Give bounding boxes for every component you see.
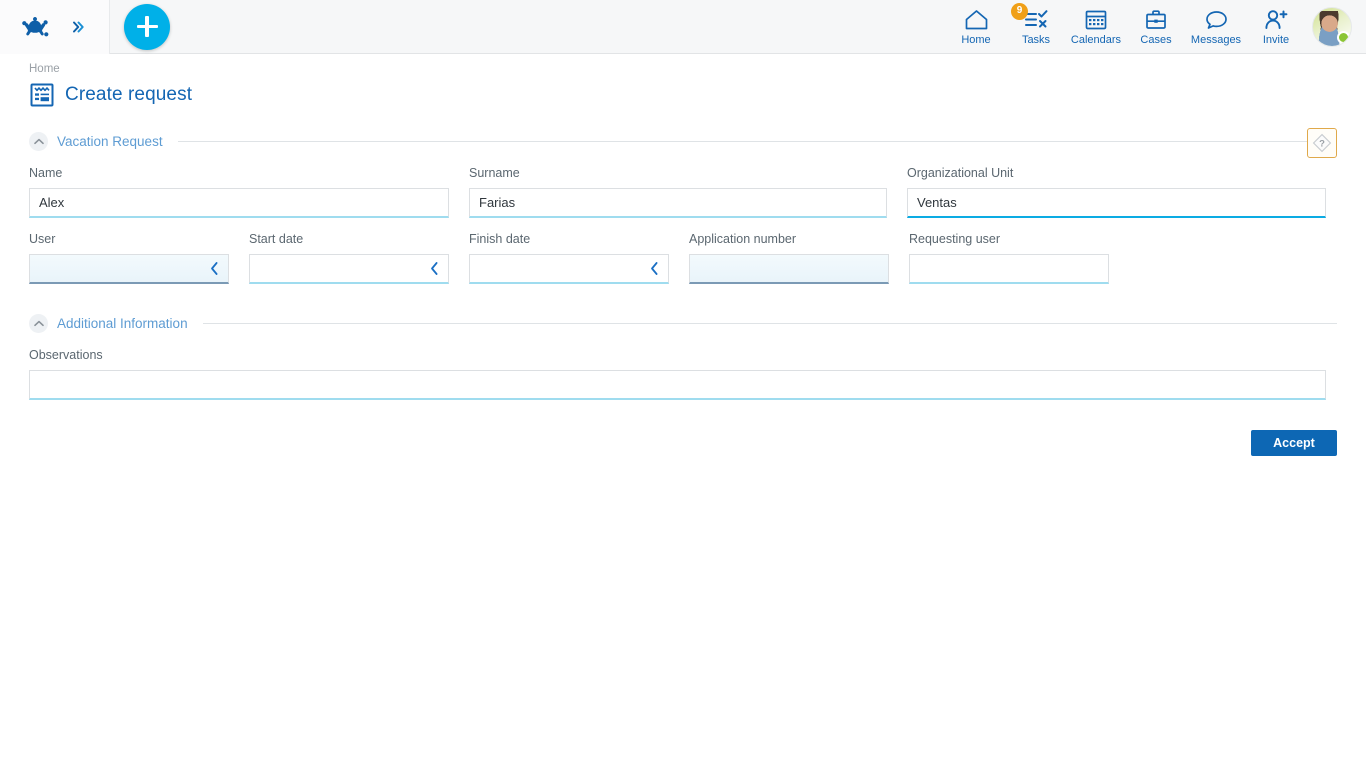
form-row-3: Observations [29,348,1337,400]
sidebar-expand-button[interactable] [65,14,91,40]
field-label-finish-date: Finish date [469,232,669,247]
field-surname: Surname Farias [469,166,887,218]
help-button[interactable]: ? [1307,128,1337,158]
field-observations: Observations [29,348,1326,400]
chevron-up-icon [34,320,44,327]
input-observations[interactable] [29,370,1326,400]
picker-button-finish-date[interactable] [640,255,668,282]
page-title-row: Create request [29,82,1366,108]
field-application-number: Application number [689,232,889,284]
nav-label-messages: Messages [1191,34,1241,46]
top-nav-items: Home 9 Tasks [946,0,1366,54]
create-new-button[interactable] [124,4,170,50]
picker-button-user[interactable] [200,255,228,282]
nav-item-tasks[interactable]: 9 Tasks [1006,0,1066,54]
section-collapse-toggle-vacation-request[interactable] [29,132,48,151]
nav-item-invite[interactable]: Invite [1246,0,1306,54]
input-organizational-unit[interactable]: Ventas [907,188,1326,218]
accept-button[interactable]: Accept [1251,430,1337,456]
form-actions: Accept [29,430,1337,456]
section-header-vacation-request: Vacation Request [29,130,1337,152]
calendar-icon [1084,8,1108,32]
chevron-left-icon [209,261,220,276]
nav-item-calendars[interactable]: Calendars [1066,0,1126,54]
input-value-surname: Farias [470,195,524,210]
field-label-surname: Surname [469,166,887,181]
input-application-number[interactable] [689,254,889,284]
tasks-badge-count: 9 [1011,3,1028,20]
section-divider [203,323,1337,324]
page-title: Create request [65,84,192,106]
chevron-left-icon [429,261,440,276]
field-label-organizational-unit: Organizational Unit [907,166,1326,181]
input-requesting-user[interactable] [909,254,1109,284]
nav-item-messages[interactable]: Messages [1186,0,1246,54]
field-label-observations: Observations [29,348,1326,363]
field-requesting-user: Requesting user [909,232,1109,284]
create-button-zone [110,0,184,54]
help-diamond-icon: ? [1311,132,1333,154]
nav-item-cases[interactable]: Cases [1126,0,1186,54]
tasks-icon: 9 [1023,8,1049,32]
field-user: User [29,232,229,284]
avatar-button[interactable] [1306,0,1358,54]
input-value-organizational-unit: Ventas [908,195,966,210]
input-user[interactable] [29,254,229,284]
brand-zone [0,0,110,54]
field-label-name: Name [29,166,449,181]
form-row-2: User Start date [29,232,1337,284]
svg-text:?: ? [1319,139,1325,150]
nav-label-tasks: Tasks [1022,34,1050,46]
field-start-date: Start date [249,232,449,284]
input-value-name: Alex [30,195,73,210]
person-plus-icon [1263,8,1289,32]
nav-item-home[interactable]: Home [946,0,1006,54]
input-surname[interactable]: Farias [469,188,887,218]
field-label-start-date: Start date [249,232,449,247]
field-label-requesting-user: Requesting user [909,232,1109,247]
form-area: Vacation Request Name Alex Surname Faria… [0,130,1366,456]
section-title-vacation-request: Vacation Request [57,134,163,149]
nav-label-cases: Cases [1140,34,1171,46]
chevron-up-icon [34,138,44,145]
top-navigation-bar: Home 9 Tasks [0,0,1366,54]
input-start-date[interactable] [249,254,449,284]
breadcrumb[interactable]: Home [29,62,1366,76]
presence-status-dot [1337,31,1350,44]
page-header: Home Create request ? [0,54,1366,108]
section-collapse-toggle-additional-information[interactable] [29,314,48,333]
field-organizational-unit: Organizational Unit Ventas [907,166,1326,218]
chat-bubble-icon [1204,8,1229,32]
frog-logo-icon[interactable] [18,10,52,44]
nav-label-invite: Invite [1263,34,1289,46]
field-label-user: User [29,232,229,247]
briefcase-icon [1144,8,1168,32]
field-finish-date: Finish date [469,232,669,284]
section-divider [178,141,1337,142]
home-icon [964,8,989,32]
field-label-application-number: Application number [689,232,889,247]
form-clipboard-icon [29,82,55,108]
nav-label-calendars: Calendars [1071,34,1121,46]
avatar [1312,7,1352,47]
section-header-additional-information: Additional Information [29,312,1337,334]
input-name[interactable]: Alex [29,188,449,218]
chevron-left-icon [649,261,660,276]
double-chevron-right-icon [70,19,86,35]
input-finish-date[interactable] [469,254,669,284]
nav-label-home: Home [961,34,990,46]
picker-button-start-date[interactable] [420,255,448,282]
field-name: Name Alex [29,166,449,218]
form-row-1: Name Alex Surname Farias Organizational … [29,166,1337,218]
section-title-additional-information: Additional Information [57,316,188,331]
